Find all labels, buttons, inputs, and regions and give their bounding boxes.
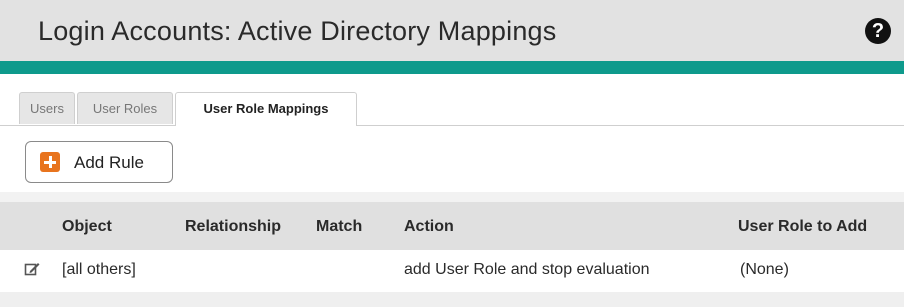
plus-square-icon — [40, 152, 60, 172]
column-header-user-role-to-add[interactable]: User Role to Add — [738, 218, 867, 236]
tab-users[interactable]: Users — [19, 92, 75, 124]
cell-action: add User Role and stop evaluation — [404, 261, 650, 278]
column-header-object[interactable]: Object — [62, 218, 112, 236]
edit-icon[interactable] — [24, 261, 40, 277]
cell-user-role: (None) — [740, 261, 789, 278]
column-header-match[interactable]: Match — [316, 218, 362, 236]
column-header-action[interactable]: Action — [404, 218, 454, 236]
page-title: Login Accounts: Active Directory Mapping… — [38, 16, 557, 46]
tab-user-roles[interactable]: User Roles — [77, 92, 173, 124]
add-rule-label: Add Rule — [74, 153, 144, 172]
accent-bar — [0, 61, 904, 74]
column-header-relationship[interactable]: Relationship — [185, 218, 281, 236]
tab-user-role-mappings[interactable]: User Role Mappings — [175, 92, 357, 126]
table-footer-band — [0, 292, 904, 307]
page-header: Login Accounts: Active Directory Mapping… — [0, 0, 904, 61]
cell-object: [all others] — [62, 261, 136, 278]
help-icon[interactable]: ? — [865, 18, 891, 44]
separator-band — [0, 192, 904, 202]
add-rule-button[interactable]: Add Rule — [25, 141, 173, 183]
